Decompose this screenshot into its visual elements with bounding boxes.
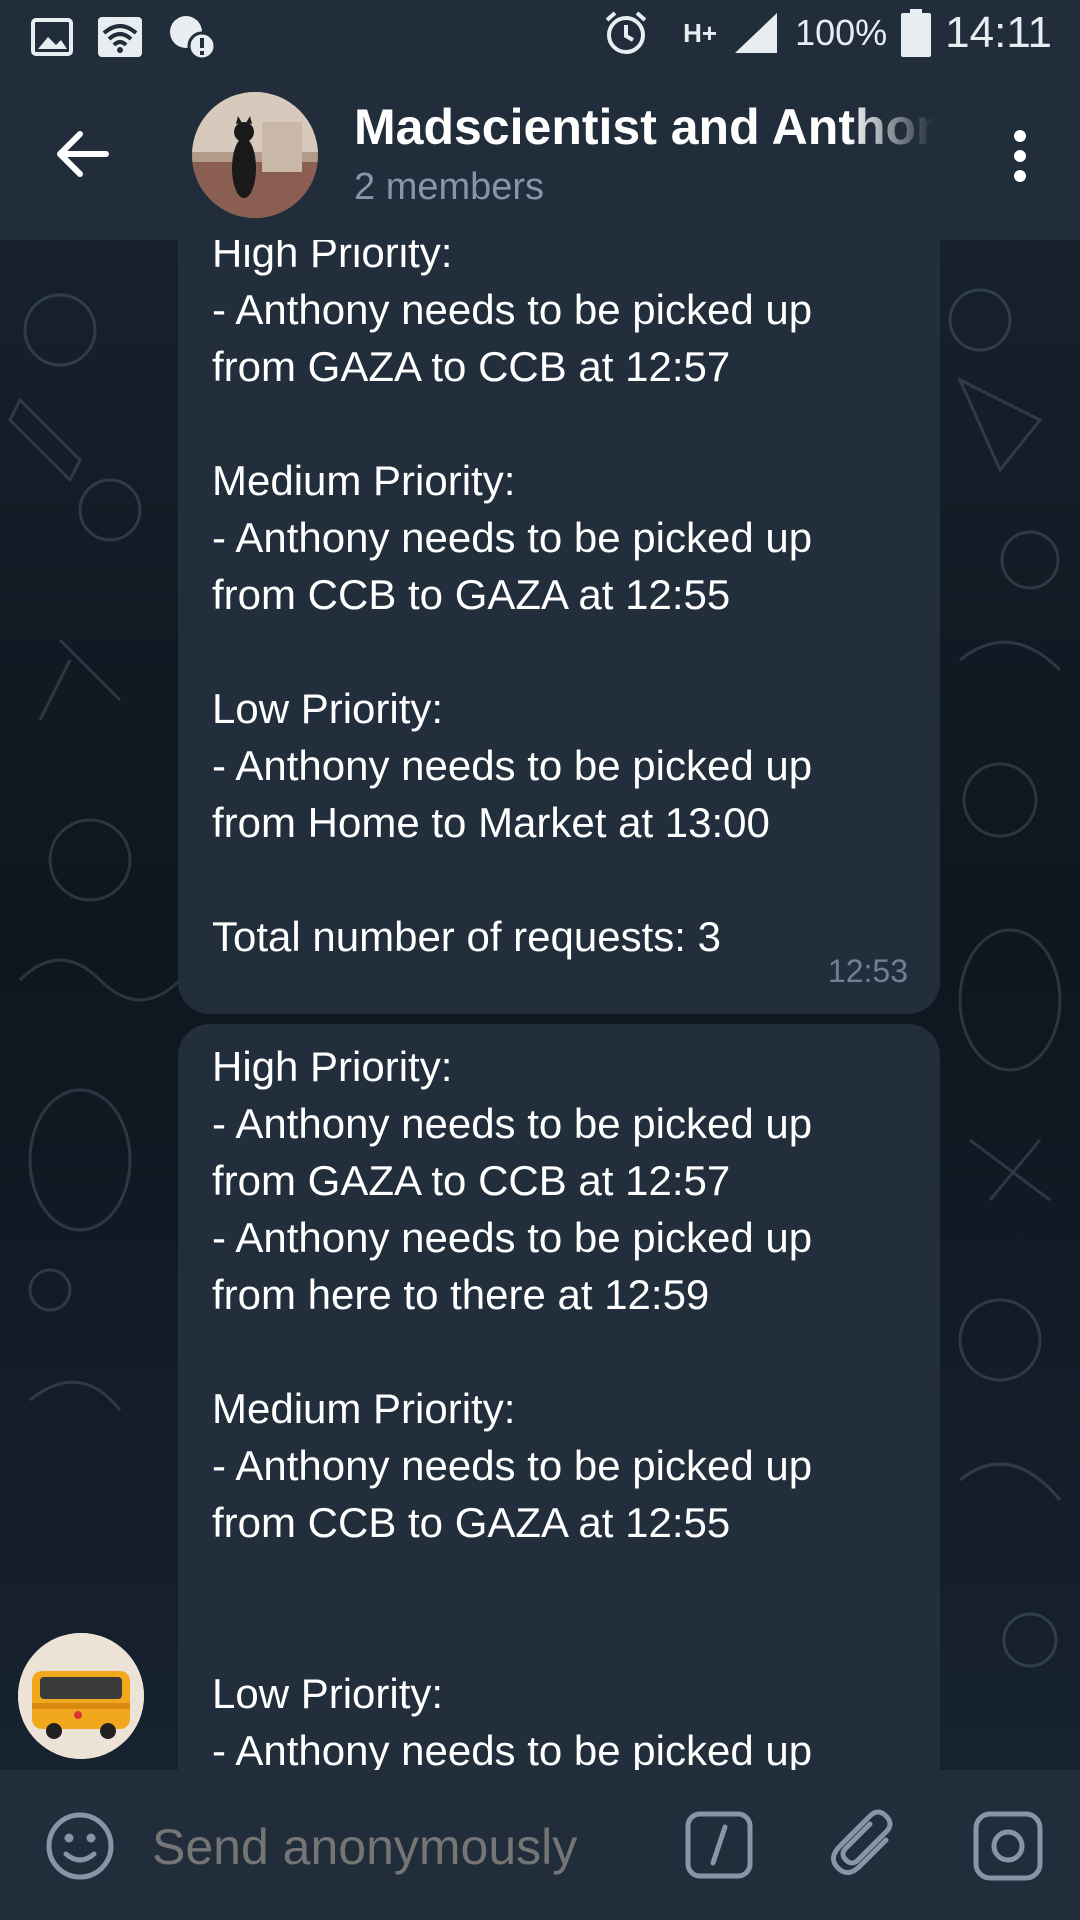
message-input[interactable] [150, 1810, 654, 1884]
battery-icon [901, 9, 932, 57]
message-bubble[interactable]: High Priority: - Anthony needs to be pic… [178, 1024, 940, 1770]
more-vertical-icon[interactable] [990, 124, 1050, 188]
signal-icon [735, 13, 778, 53]
alarm-icon [605, 11, 647, 54]
message-time: 12:53 [827, 953, 908, 989]
smile-icon[interactable] [44, 1810, 116, 1882]
sync-alert-icon [170, 16, 217, 61]
battery-percent: 100% [795, 12, 888, 53]
message-text: High Priority: - Anthony needs to be pic… [212, 1043, 813, 1770]
clock: 14:11 [945, 8, 1052, 57]
status-bar: H+ 100% 14:11 [0, 0, 1080, 72]
bot-avatar[interactable] [18, 1633, 144, 1759]
group-avatar[interactable] [192, 92, 318, 218]
chat-area[interactable]: High Priority: - Anthony needs to be pic… [0, 240, 1080, 1770]
chat-header: Madscientist and Anthony 2 members [0, 72, 1080, 240]
chat-title[interactable]: Madscientist and Anthony [354, 98, 934, 156]
message-bubble[interactable]: High Priority: - Anthony needs to be pic… [178, 240, 940, 1014]
chat-subtitle: 2 members [354, 166, 545, 208]
camera-icon[interactable] [972, 1810, 1044, 1882]
gallery-icon [31, 18, 73, 56]
status-left [30, 12, 220, 62]
network-type: H+ [683, 17, 718, 48]
message-input-bar [0, 1770, 1080, 1920]
wifi-icon [98, 17, 142, 57]
status-right: H+ 100% 14:11 [601, 8, 1052, 58]
message-text: High Priority: - Anthony needs to be pic… [212, 240, 813, 960]
paperclip-icon[interactable] [826, 1804, 902, 1884]
back-arrow-icon[interactable] [50, 122, 114, 186]
slash-command-icon[interactable] [684, 1810, 754, 1880]
